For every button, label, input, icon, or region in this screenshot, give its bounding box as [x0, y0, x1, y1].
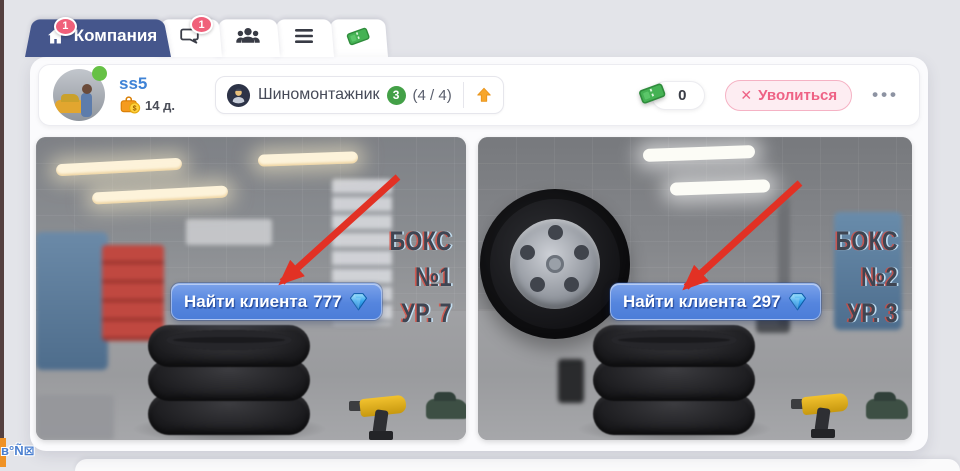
box-2-title: БОКС №2 УР. 3 [836, 223, 898, 331]
username-link[interactable]: ss5 [119, 75, 175, 92]
gem-icon [787, 291, 808, 312]
box-1-title: БОКС №1 УР. 7 [390, 223, 452, 331]
drill [354, 393, 414, 440]
svg-text:$: $ [133, 105, 137, 113]
contract-days: 14 д. [145, 98, 175, 113]
list-icon [292, 24, 316, 48]
close-icon: ✕ [740, 87, 752, 104]
toy-car [866, 399, 908, 419]
job-title: Шиномонтажник [258, 86, 380, 104]
find-client-label: Найти клиента [623, 292, 746, 312]
company-panel: ss5 $ 14 д. Шиномонтажник 3 (4 / 4) [30, 57, 928, 451]
ticket-icon [637, 78, 667, 108]
online-status-dot [92, 66, 107, 81]
ticket-icon [345, 23, 371, 49]
tab-company[interactable]: 1 Компания [25, 15, 171, 57]
tire-stack [148, 325, 313, 440]
wheel-with-rim [480, 189, 630, 339]
tab-tasks[interactable] [274, 15, 334, 57]
chat-notification-badge: 1 [190, 15, 213, 34]
find-client-label: Найти клиента [184, 292, 307, 312]
toy-car [426, 399, 466, 419]
tire-machine [36, 232, 108, 370]
job-badge: Шиномонтажник 3 (4 / 4) [215, 76, 504, 114]
tab-staff[interactable] [216, 15, 280, 57]
parts-tray [36, 395, 114, 440]
company-notification-badge: 1 [54, 17, 77, 36]
money-bag-icon: $ [119, 95, 141, 115]
quit-button[interactable]: ✕ Уволиться [725, 80, 852, 111]
more-options-button[interactable]: ••• [866, 81, 905, 109]
find-client-cost: 777 [313, 292, 341, 312]
gem-icon [348, 291, 369, 312]
employee-row: ss5 $ 14 д. Шиномонтажник 3 (4 / 4) [38, 64, 920, 126]
garage-box-2-photo: БОКС №2 УР. 3 Найти клиента 297 [478, 137, 912, 440]
tickets-counter: 0 [651, 81, 705, 110]
worker-icon [226, 83, 251, 108]
next-card-edge [75, 459, 960, 471]
find-client-cost: 297 [752, 292, 780, 312]
quit-button-label: Уволиться [758, 87, 837, 104]
up-arrow-icon[interactable] [475, 86, 493, 104]
garage-box-1-photo: БОКС №1 УР. 7 Найти клиента 777 [36, 137, 466, 440]
page-edge-strip [0, 0, 4, 438]
staff-slots: (4 / 4) [413, 87, 452, 104]
corner-debug-text: в°Ñ⊠ [1, 443, 34, 459]
shelf-boxes [186, 219, 272, 245]
floor-object [558, 359, 584, 403]
tab-tickets[interactable] [328, 15, 388, 57]
find-client-button-box1[interactable]: Найти клиента 777 [171, 283, 382, 320]
tire-stack [593, 325, 758, 440]
people-icon [235, 23, 261, 49]
find-client-button-box2[interactable]: Найти клиента 297 [610, 283, 821, 320]
job-level-badge: 3 [387, 86, 406, 105]
tab-company-label: Компания [74, 26, 157, 46]
drill [796, 391, 856, 439]
